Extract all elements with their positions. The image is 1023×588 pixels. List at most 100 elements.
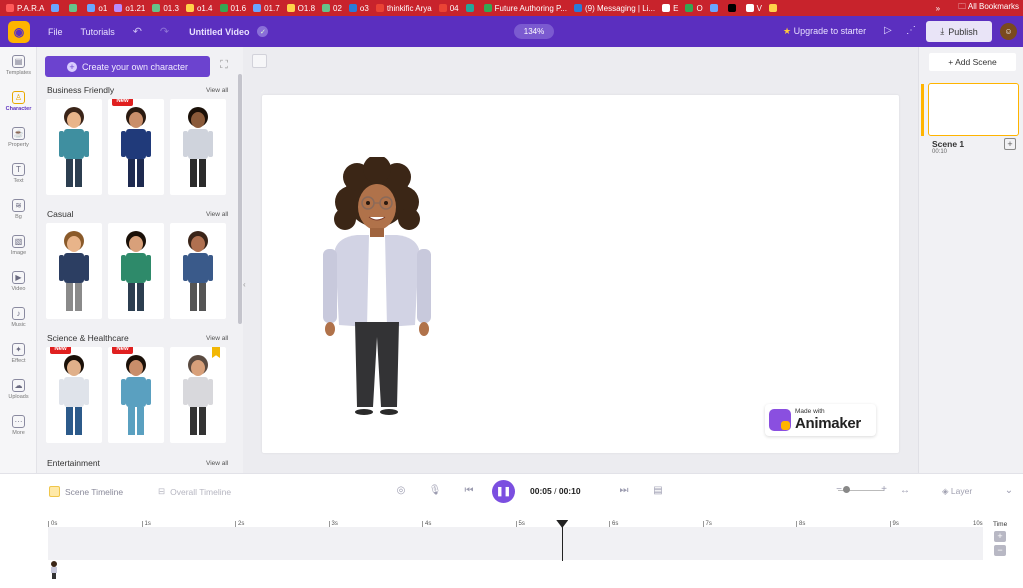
bookmark-item[interactable]: 01.3	[152, 4, 179, 13]
bookmark-item[interactable]: o1.21	[114, 4, 145, 13]
bookmark-item[interactable]	[709, 4, 721, 12]
character-card[interactable]	[170, 223, 226, 319]
skip-forward-icon[interactable]: ⏭	[617, 485, 631, 499]
redo-icon[interactable]: ↷	[160, 25, 169, 38]
section-title: Entertainment	[47, 458, 100, 468]
scene-add-icon[interactable]: +	[1004, 138, 1016, 150]
microphone-icon[interactable]: 🎙	[428, 485, 442, 499]
character-card[interactable]	[170, 99, 226, 195]
bookmark-item[interactable]: 01.7	[253, 4, 280, 13]
publish-button[interactable]: ⤓ Publish	[926, 21, 992, 42]
bookmark-item[interactable]: V	[745, 4, 762, 13]
playhead[interactable]	[562, 521, 564, 561]
zoom-in-icon[interactable]: +	[877, 484, 891, 498]
panel-scrollbar[interactable]	[238, 74, 242, 324]
scene-name[interactable]: Scene 1	[932, 139, 964, 149]
bookmark-item[interactable]	[465, 4, 477, 12]
bookmark-label: O	[696, 3, 703, 13]
character-card[interactable]	[46, 99, 102, 195]
chevron-down-icon[interactable]: ⌄	[1002, 485, 1016, 499]
top-toolbar: ◉ File Tutorials ↶ ↷ Untitled Video ✓ 13…	[0, 16, 1023, 47]
bookmark-item[interactable]	[727, 4, 739, 12]
character-card[interactable]: New	[108, 99, 164, 195]
bookmark-item[interactable]: o1	[87, 4, 107, 13]
character-card[interactable]: New	[46, 347, 102, 443]
character-figure	[59, 107, 89, 187]
time-separator: /	[551, 486, 559, 496]
fit-icon[interactable]: ↔	[898, 485, 912, 499]
zoom-level[interactable]: 134%	[514, 24, 554, 39]
character-card[interactable]: New	[108, 347, 164, 443]
project-title[interactable]: Untitled Video	[189, 27, 249, 37]
user-avatar[interactable]: ☺	[1000, 23, 1017, 40]
rail-item-uploads[interactable]: ☁ Uploads	[0, 379, 37, 400]
tutorials-menu[interactable]: Tutorials	[81, 27, 115, 37]
scene-thumbnail[interactable]	[928, 83, 1019, 136]
tab-overall-timeline[interactable]: ⊟ Overall Timeline	[158, 486, 231, 497]
rail-item-music[interactable]: ♪ Music	[0, 307, 37, 328]
rail-item-video[interactable]: ▶ Video	[0, 271, 37, 292]
bookmark-item[interactable]: P.A.R.A	[6, 4, 44, 13]
undo-icon[interactable]: ↶	[133, 25, 142, 38]
bookmark-item[interactable]: 02	[322, 4, 342, 13]
scene-timeline-label: Scene Timeline	[65, 486, 124, 497]
timeline-track[interactable]	[48, 527, 983, 560]
rail-item-image[interactable]: ▧ Image	[0, 235, 37, 256]
bookmark-item[interactable]: O	[685, 3, 703, 13]
subtitle-icon[interactable]: ▤	[651, 485, 665, 499]
collapse-panel-icon[interactable]: ‹	[243, 280, 252, 298]
bookmark-item[interactable]: 01.6	[219, 4, 246, 13]
animaker-logo-icon[interactable]: ◉	[8, 20, 30, 43]
preview-play-icon[interactable]: ▷	[884, 25, 892, 36]
canvas-select-checkbox[interactable]	[252, 54, 267, 68]
view-all-link[interactable]: View all	[206, 335, 228, 342]
track-add-icon[interactable]: +	[994, 531, 1006, 542]
skip-back-icon[interactable]: ⏮	[462, 485, 476, 499]
view-all-link[interactable]: View all	[206, 211, 228, 218]
bookmark-item[interactable]: O1.8	[286, 4, 315, 13]
bookmark-item[interactable]: o1.4	[185, 4, 213, 13]
view-all-link[interactable]: View all	[206, 460, 228, 467]
rail-item-property[interactable]: ☕ Property	[0, 127, 37, 148]
rail-item-templates[interactable]: ▤ Templates	[0, 55, 37, 76]
file-menu[interactable]: File	[48, 27, 63, 37]
character-card[interactable]	[46, 223, 102, 319]
bookmark-item[interactable]: (9) Messaging | Li...	[573, 4, 655, 13]
layer-button[interactable]: ◈ Layer	[942, 486, 972, 497]
expand-panel-icon[interactable]: ⛶	[217, 59, 231, 73]
bookmarks-overflow-button[interactable]: »	[936, 4, 940, 13]
bookmark-favicon-icon	[727, 4, 736, 12]
character-figure	[59, 355, 89, 435]
track-remove-icon[interactable]: −	[994, 545, 1006, 556]
bookmark-item[interactable]: thinkific Arya	[375, 4, 432, 13]
timeline-zoom-knob[interactable]	[843, 486, 850, 493]
add-scene-button[interactable]: + Add Scene	[929, 53, 1016, 71]
all-bookmarks-button[interactable]: 🗀 All Bookmarks	[958, 1, 1019, 15]
canvas-character[interactable]	[317, 157, 437, 427]
pause-button[interactable]: ❚❚	[492, 480, 515, 503]
timeline-character-thumbnail[interactable]	[48, 561, 60, 579]
rail-item-effect[interactable]: ✦ Effect	[0, 343, 37, 364]
bookmark-item[interactable]: Future Authoring P...	[483, 4, 567, 13]
character-figure	[121, 107, 151, 187]
tab-scene-timeline[interactable]: Scene Timeline	[49, 486, 123, 497]
rail-item-label: Uploads	[8, 394, 29, 400]
bookmark-item[interactable]: 04	[438, 4, 459, 13]
bookmark-item[interactable]: E	[662, 4, 678, 13]
rail-item-bg[interactable]: ≋ Bg	[0, 199, 37, 220]
bookmark-item[interactable]	[769, 4, 780, 12]
character-card[interactable]	[170, 347, 226, 443]
share-icon[interactable]: ⋰	[906, 25, 916, 36]
bookmark-item[interactable]	[69, 4, 80, 12]
character-card[interactable]	[108, 223, 164, 319]
rail-item-character[interactable]: ♙ Character	[0, 91, 37, 112]
video-canvas[interactable]: Made with Animaker	[262, 95, 899, 453]
bookmark-item[interactable]: o3	[348, 4, 369, 13]
create-character-button[interactable]: + Create your own character	[45, 56, 210, 77]
upgrade-link[interactable]: ★ Upgrade to starter	[783, 26, 866, 37]
camera-icon[interactable]: ◎	[394, 485, 408, 499]
view-all-link[interactable]: View all	[206, 87, 228, 94]
rail-item-more[interactable]: ··· More	[0, 415, 37, 436]
rail-item-text[interactable]: T Text	[0, 163, 37, 184]
bookmark-item[interactable]	[51, 4, 62, 12]
